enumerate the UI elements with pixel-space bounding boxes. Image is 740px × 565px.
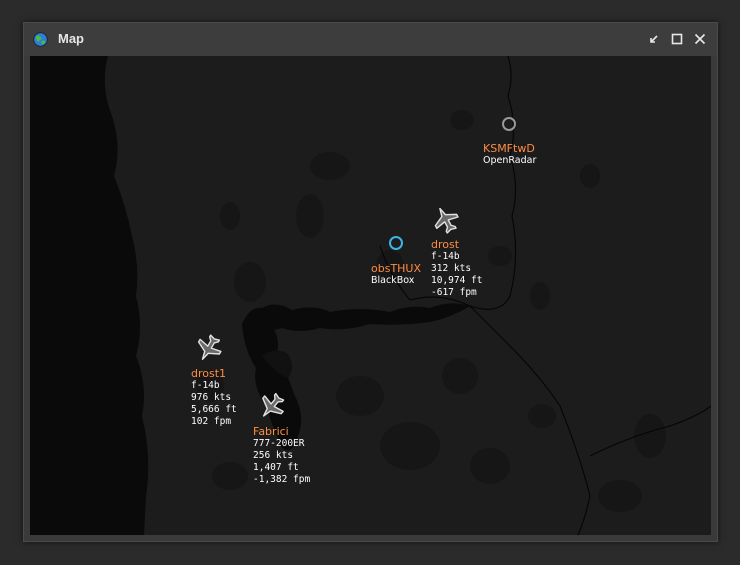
aircraft-vertical-speed: -1,382 fpm xyxy=(253,474,311,485)
globe-icon xyxy=(33,32,48,47)
aircraft-vertical-speed: -617 fpm xyxy=(431,287,477,298)
aircraft-speed: 976 kts xyxy=(191,392,232,403)
aircraft-type: f-14b xyxy=(191,380,220,391)
station-label: obsTHUX BlackBox xyxy=(371,262,421,287)
map-window: Map KSMFtwD OpenRadar obsTHUX BlackBox d… xyxy=(23,22,718,542)
aircraft-type: 777-200ER xyxy=(253,438,305,449)
station-kind: OpenRadar xyxy=(483,155,537,166)
aircraft-label: drost f-14b 312 kts 10,974 ft -617 fpm xyxy=(431,238,482,299)
station-name: obsTHUX xyxy=(371,262,422,275)
window-title: Map xyxy=(58,31,84,46)
aircraft-speed: 312 kts xyxy=(431,263,472,274)
restore-icon[interactable] xyxy=(646,31,662,47)
aircraft-speed: 256 kts xyxy=(253,450,294,461)
station-marker[interactable] xyxy=(502,117,516,131)
aircraft-callsign: drost xyxy=(431,238,460,251)
aircraft-altitude: 1,407 ft xyxy=(253,462,299,473)
maximize-icon[interactable] xyxy=(669,31,685,47)
title-bar[interactable]: Map xyxy=(24,23,717,56)
station-kind: BlackBox xyxy=(371,275,415,286)
aircraft-altitude: 10,974 ft xyxy=(431,275,483,286)
map-terrain xyxy=(30,56,711,535)
map-canvas[interactable]: KSMFtwD OpenRadar obsTHUX BlackBox drost… xyxy=(30,56,711,535)
aircraft-label: Fabrici 777-200ER 256 kts 1,407 ft -1,38… xyxy=(253,425,310,486)
aircraft-callsign: drost1 xyxy=(191,367,227,380)
close-icon[interactable] xyxy=(692,31,708,47)
station-marker[interactable] xyxy=(389,236,403,250)
station-name: KSMFtwD xyxy=(483,142,535,155)
aircraft-altitude: 5,666 ft xyxy=(191,404,237,415)
aircraft-callsign: Fabrici xyxy=(253,425,289,438)
aircraft-type: f-14b xyxy=(431,251,460,262)
aircraft-vertical-speed: 102 fpm xyxy=(191,416,232,427)
aircraft-label: drost1 f-14b 976 kts 5,666 ft 102 fpm xyxy=(191,367,237,428)
station-label: KSMFtwD OpenRadar xyxy=(483,142,536,167)
